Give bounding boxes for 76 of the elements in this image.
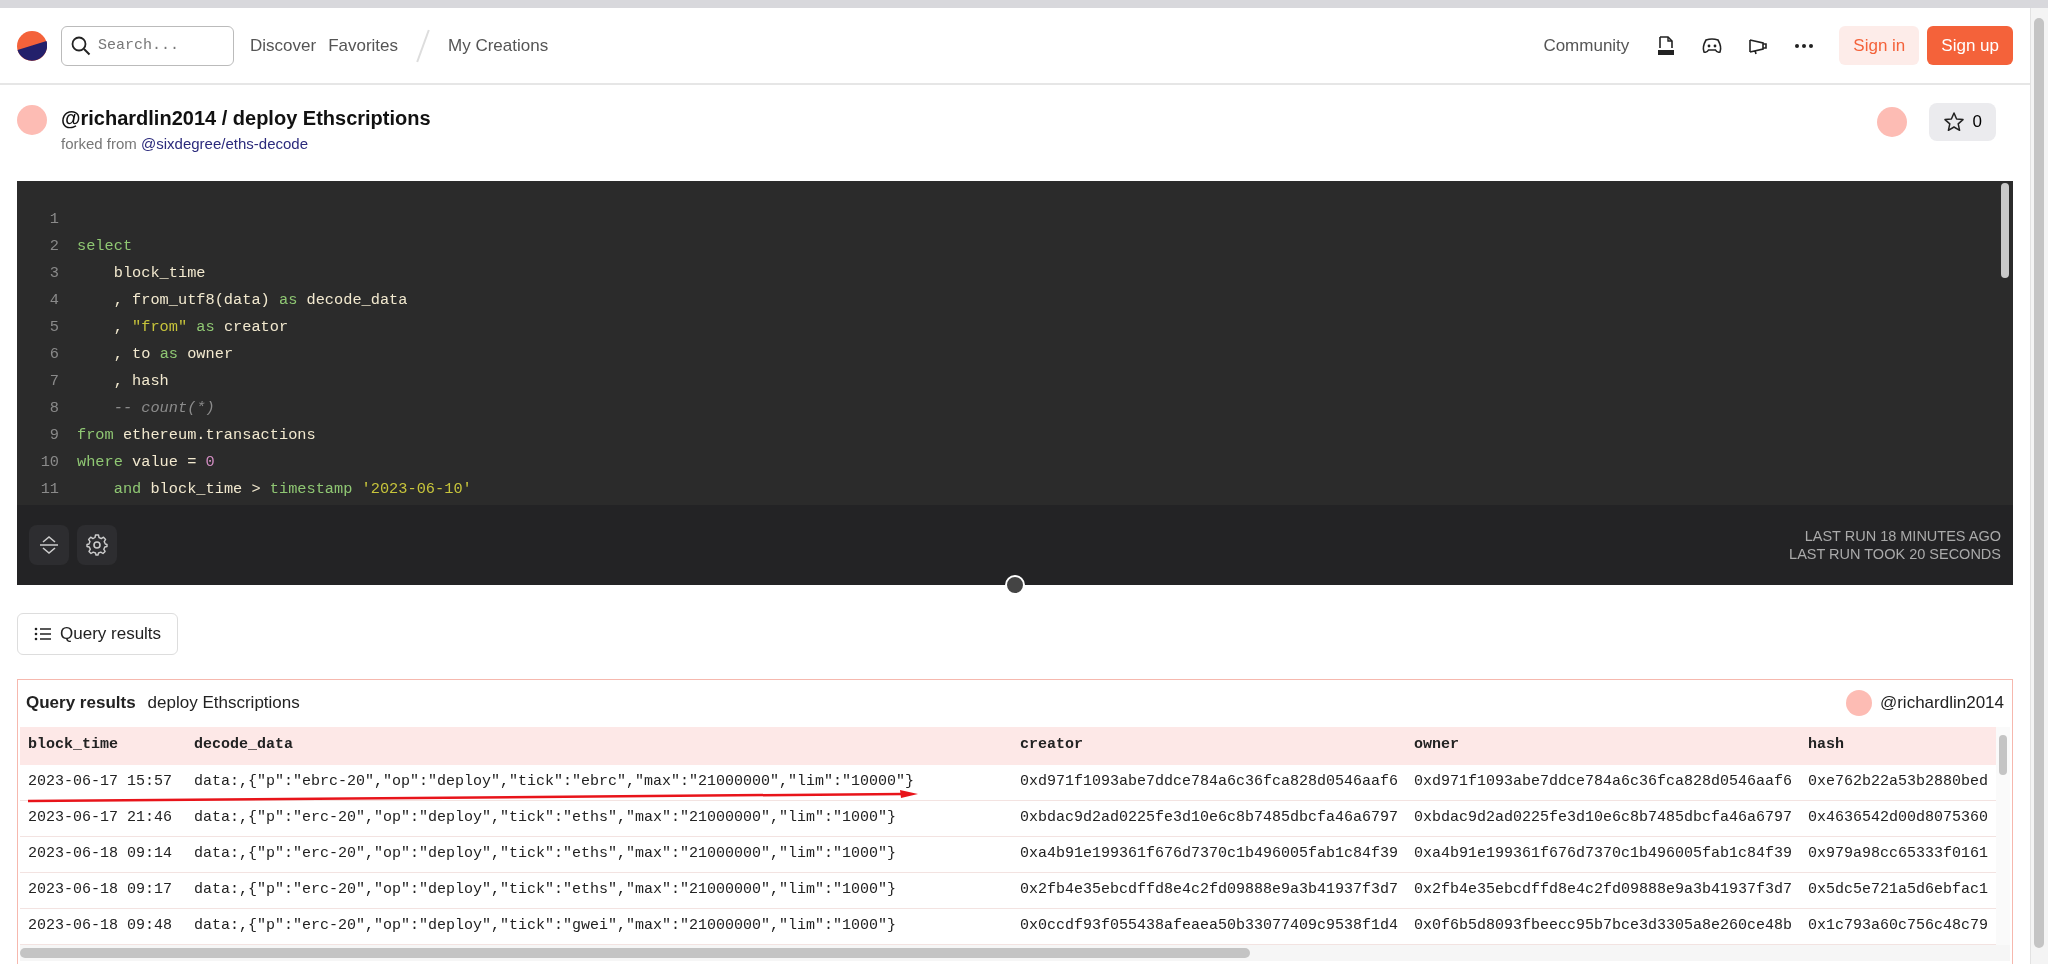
list-icon <box>34 625 52 642</box>
avatar <box>1876 106 1907 137</box>
line-number: 4 <box>48 290 60 311</box>
table-cell: 0xbdac9d2ad0225fe3d10e6c8b7485dbcfa46a6797 <box>1012 800 1406 837</box>
nav-link[interactable]: My Creations <box>446 32 551 59</box>
logo-icon[interactable] <box>17 30 47 61</box>
code-line: , from_utf8(data) as decode_data <box>112 290 408 311</box>
table-cell: 0x0ccdf93f055438afeaea50b33077409c9538f1d4 <box>1012 908 1406 945</box>
query-results-button[interactable]: Query results <box>17 613 179 655</box>
nav-link[interactable]: Discover <box>248 32 319 59</box>
table-cell: data:,{"p":"erc-20","op":"deploy","tick":"eths","max":"21000000","lim":"1000"} <box>186 836 1012 873</box>
fork-source-link[interactable]: @sixdegree/eths-decode <box>141 135 309 152</box>
table-cell: 0xa4b91e199361f676d7370c1b496005fab1c84f39 <box>1012 836 1406 873</box>
code-line: from ethereum.transactions <box>77 425 316 446</box>
settings-icon <box>86 534 108 556</box>
column-header[interactable]: block_time <box>20 726 186 765</box>
table-cell: 2023-06-17 15:57 <box>20 764 186 801</box>
search-field[interactable]: Search... <box>61 25 234 66</box>
run-duration-text: LAST RUN TOOK 20 SECONDS <box>1789 545 2001 563</box>
table-cell: 0xd971f1093abe7ddce784a6c36fca828d0546aaf6 <box>1012 764 1406 801</box>
scrollbar-thumb[interactable] <box>2001 183 2009 278</box>
line-number: 5 <box>48 317 60 338</box>
code-line: where value = 0 <box>77 452 215 473</box>
code-line: select <box>77 236 133 257</box>
forked-from-text: forked from @sixdegree/eths-decode <box>61 134 310 154</box>
column-header[interactable]: creator <box>1012 726 1406 765</box>
table-cell: data:,{"p":"erc-20","op":"deploy","tick":"gwei","max":"21000000","lim":"1000"} <box>186 908 1012 945</box>
scrollbar-thumb[interactable] <box>2034 18 2044 948</box>
table-cell: 0x0f6b5d8093fbeecc95b7bce3d3305a8e260ce48b <box>1406 908 1800 945</box>
line-number: 9 <box>48 425 60 446</box>
table-cell: 2023-06-18 09:14 <box>20 836 186 873</box>
code-line: , "from" as creator <box>112 317 289 338</box>
table-cell: 0xbdac9d2ad0225fe3d10e6c8b7485dbcfa46a6797 <box>1406 800 1800 837</box>
table-cell: 0x2fb4e35ebcdffd8e4c2fd09888e9a3b41937f3d7 <box>1406 872 1800 909</box>
star-button[interactable]: 0 <box>1928 103 1996 141</box>
avatar <box>1845 690 1872 716</box>
author-name: @richardlin2014 <box>1879 692 2004 715</box>
code-line: , hash <box>112 371 169 392</box>
table-cell: 2023-06-18 09:48 <box>20 908 186 945</box>
table-cell: 0x2fb4e35ebcdffd8e4c2fd09888e9a3b41937f3d7 <box>1012 872 1406 909</box>
table-cell: data:,{"p":"ebrc-20","op":"deploy","tick":"ebrc","max":"21000000","lim":"10000"} <box>186 764 1012 801</box>
line-number: 3 <box>48 263 60 284</box>
line-number: 1 <box>48 209 60 230</box>
table-cell: 0xa4b91e199361f676d7370c1b496005fab1c84f39 <box>1406 836 1800 873</box>
column-header[interactable]: hash <box>1800 726 1996 765</box>
community-link[interactable]: Community <box>1541 32 1632 59</box>
query-title: @richardlin2014 / deploy Ethscriptions <box>61 106 431 131</box>
avatar <box>17 105 47 135</box>
column-header[interactable]: owner <box>1406 726 1800 765</box>
code-line: -- count(*) <box>112 398 215 419</box>
table-cell: data:,{"p":"erc-20","op":"deploy","tick":"eths","max":"21000000","lim":"1000"} <box>186 872 1012 909</box>
table-cell: 2023-06-17 21:46 <box>20 800 186 837</box>
star-icon <box>1942 110 1965 133</box>
resize-handle[interactable] <box>1005 575 1025 595</box>
table-cell: 2023-06-18 09:17 <box>20 872 186 909</box>
column-header[interactable]: decode_data <box>186 726 1012 765</box>
last-run-text: LAST RUN 18 MINUTES AGO <box>1803 527 2001 545</box>
expand-collapse-button[interactable] <box>29 525 69 565</box>
panel-title: deploy Ethscriptions <box>147 692 300 715</box>
table-cell: 0xd971f1093abe7ddce784a6c36fca828d0546aaf6 <box>1406 764 1800 801</box>
expand-collapse-icon <box>38 534 60 556</box>
line-number: 11 <box>39 479 60 500</box>
line-number: 8 <box>48 398 60 419</box>
code-line: and block_time > timestamp '2023-06-10' <box>112 479 472 500</box>
line-number: 7 <box>48 371 60 392</box>
line-number: 10 <box>39 452 60 473</box>
code-line: block_time <box>112 263 206 284</box>
scrollbar-thumb[interactable] <box>1999 734 2007 775</box>
scrollbar-thumb[interactable] <box>20 948 1250 958</box>
settings-button[interactable] <box>77 525 117 565</box>
line-number: 6 <box>48 344 60 365</box>
code-line: , to as owner <box>112 344 234 365</box>
nav-link[interactable]: Favorites <box>326 32 401 59</box>
table-cell: data:,{"p":"erc-20","op":"deploy","tick":"eths","max":"21000000","lim":"1000"} <box>186 800 1012 837</box>
panel-label: Query results <box>26 692 136 715</box>
line-number: 2 <box>48 236 60 257</box>
